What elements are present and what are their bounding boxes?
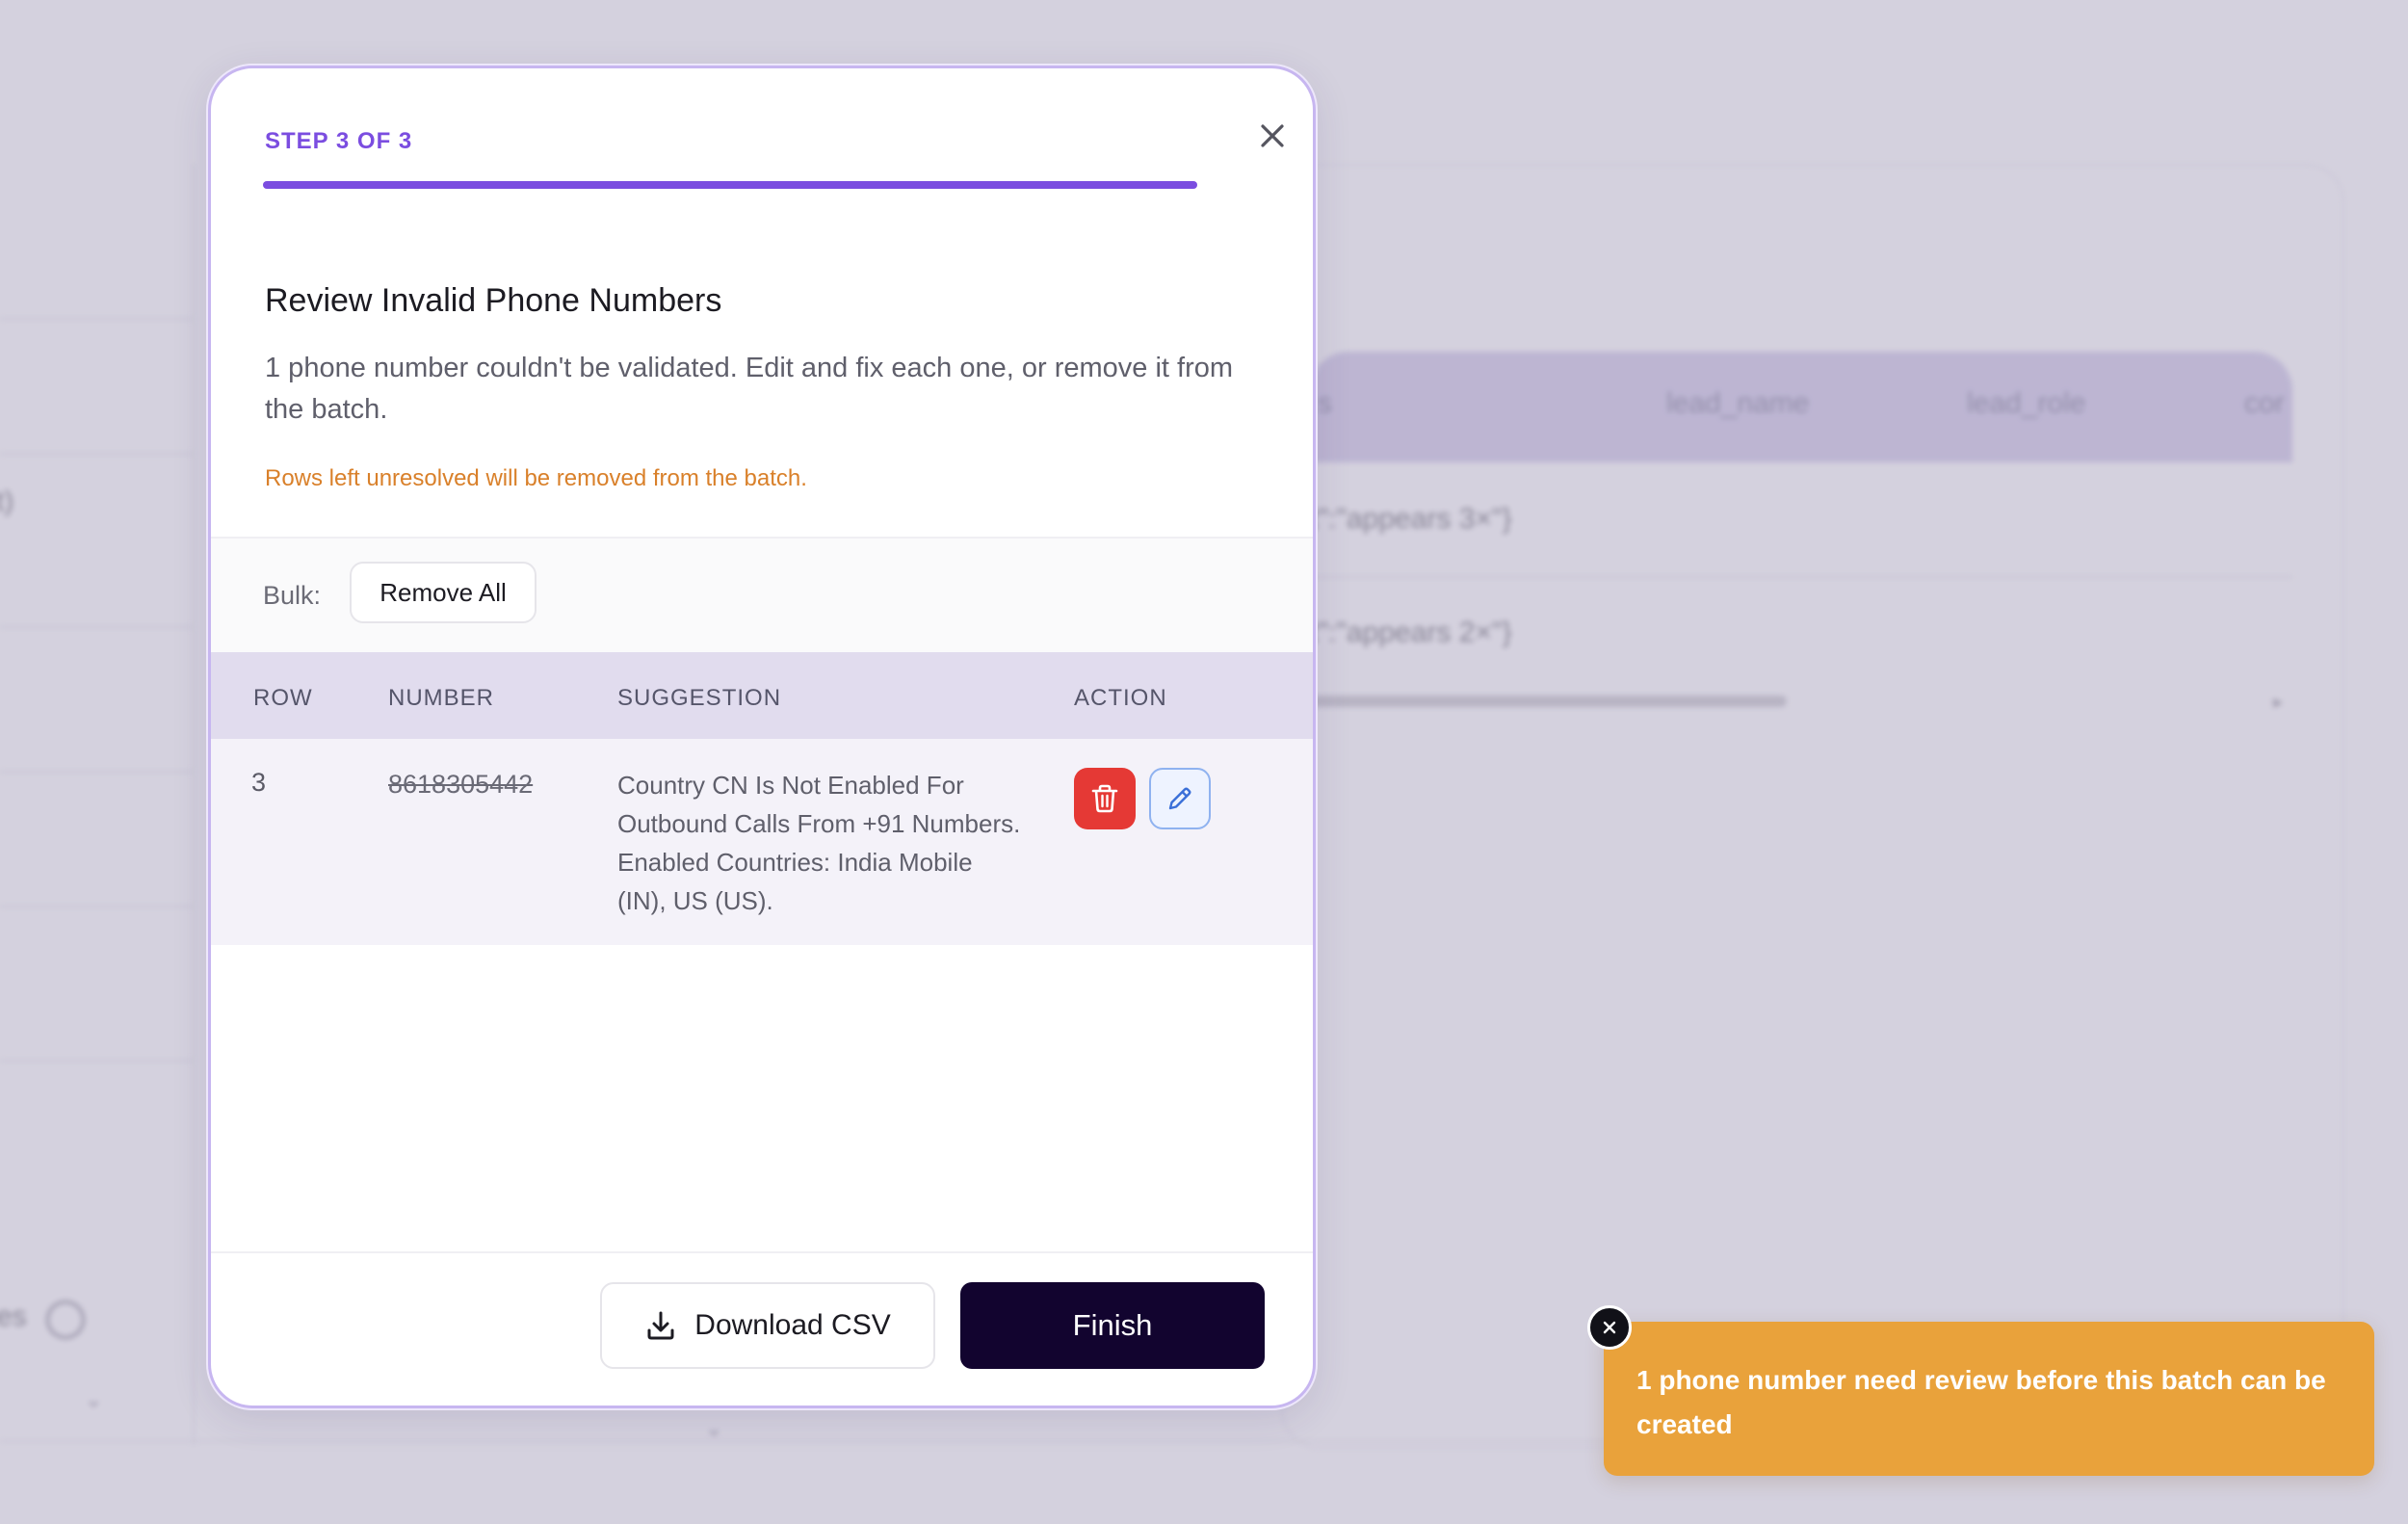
background-left-text: t) xyxy=(0,486,14,517)
column-header-row: ROW xyxy=(253,685,313,711)
review-warning-toast: 1 phone number need review before this b… xyxy=(1604,1322,2374,1476)
background-left-panel xyxy=(0,164,195,1445)
background-divider xyxy=(0,1060,193,1062)
background-column-header: s xyxy=(1318,387,1332,419)
background-divider xyxy=(0,771,193,773)
table-row: 3 8618305442 Country CN Is Not Enabled F… xyxy=(211,739,1313,945)
unresolved-warning: Rows left unresolved will be removed fro… xyxy=(265,465,807,491)
bulk-actions-bar: Bulk: Remove All xyxy=(211,537,1313,654)
step-progress-bar xyxy=(263,181,1197,189)
delete-row-button[interactable] xyxy=(1074,768,1136,829)
toast-message: 1 phone number need review before this b… xyxy=(1636,1365,2326,1439)
background-column-header: lead_role xyxy=(1967,387,2086,419)
download-icon xyxy=(647,1311,674,1340)
background-dot: ⌄ xyxy=(705,1416,723,1440)
background-column-header: cor xyxy=(2244,387,2285,419)
background-divider xyxy=(0,318,193,320)
close-icon xyxy=(1603,1321,1616,1334)
background-divider xyxy=(0,626,193,628)
background-divider xyxy=(0,906,193,907)
review-invalid-numbers-modal: STEP 3 OF 3 Review Invalid Phone Numbers… xyxy=(208,66,1316,1408)
background-column-header: lead_name xyxy=(1666,387,1810,419)
toast-dismiss-button[interactable] xyxy=(1587,1305,1632,1350)
download-csv-label: Download CSV xyxy=(694,1309,891,1341)
validation-suggestion: Country CN Is Not Enabled For Outbound C… xyxy=(617,771,1021,915)
step-progress-fill xyxy=(263,181,1197,189)
column-header-suggestion: SUGGESTION xyxy=(617,685,782,711)
background-table-cell: t":"appears 3×"} xyxy=(1310,503,1512,535)
invalid-phone-number: 8618305442 xyxy=(388,770,534,799)
column-header-number: NUMBER xyxy=(388,685,495,711)
background-scrollbar xyxy=(1310,696,1787,707)
bulk-label: Bulk: xyxy=(263,581,322,610)
invalid-numbers-table-header: ROW NUMBER SUGGESTION ACTION xyxy=(211,652,1313,739)
chevron-down-icon: ⌄ xyxy=(85,1387,103,1411)
pencil-icon xyxy=(1168,787,1191,810)
modal-description: 1 phone number couldn't be validated. Ed… xyxy=(265,353,1234,425)
modal-title: Review Invalid Phone Numbers xyxy=(265,282,722,319)
column-header-action: ACTION xyxy=(1074,685,1167,711)
finish-button[interactable]: Finish xyxy=(960,1282,1265,1369)
trash-icon xyxy=(1091,784,1118,813)
background-left-text: es xyxy=(0,1301,27,1332)
close-modal-button[interactable] xyxy=(1243,107,1301,165)
background-table-cell: t":"appears 2×"} xyxy=(1310,617,1512,648)
scroll-arrow-icon: ▸ xyxy=(2273,692,2284,713)
background-divider xyxy=(0,453,193,455)
close-icon xyxy=(1261,124,1284,147)
row-index: 3 xyxy=(251,768,267,797)
background-row-divider xyxy=(1310,576,2292,578)
info-icon xyxy=(46,1301,85,1339)
edit-row-button[interactable] xyxy=(1149,768,1211,829)
modal-footer: Download CSV Finish xyxy=(211,1251,1313,1406)
remove-all-button[interactable]: Remove All xyxy=(350,562,537,623)
step-indicator: STEP 3 OF 3 xyxy=(265,128,413,154)
download-csv-button[interactable]: Download CSV xyxy=(600,1282,935,1369)
